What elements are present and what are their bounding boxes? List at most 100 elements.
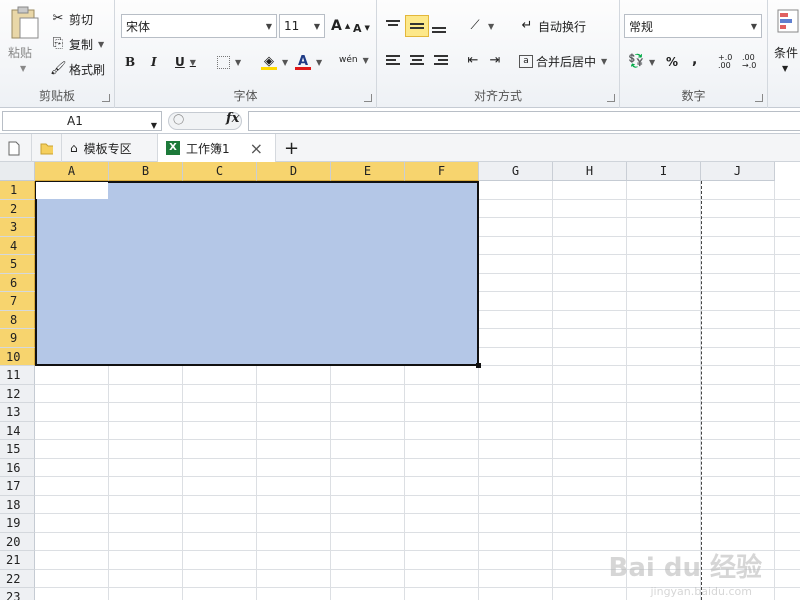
paste-dropdown-icon[interactable]: ▼ — [20, 64, 26, 73]
grow-font-button[interactable]: A ▲ — [331, 15, 350, 37]
align-middle-button[interactable] — [405, 15, 429, 37]
insert-function-button[interactable]: fx — [226, 111, 239, 126]
fill-handle[interactable] — [476, 363, 481, 368]
percent-button[interactable]: % — [666, 51, 678, 73]
row-header-10[interactable]: 10 — [0, 347, 35, 366]
active-cell-a1[interactable] — [36, 182, 108, 199]
row-header-15[interactable]: 15 — [0, 440, 35, 459]
selected-range[interactable] — [35, 181, 479, 366]
align-top-button[interactable] — [385, 15, 401, 37]
column-header-f[interactable]: F — [405, 162, 479, 181]
wrap-text-label: 自动换行 — [538, 19, 587, 34]
paint-bucket-icon: ◈ — [261, 54, 277, 70]
row-header-3[interactable]: 3 — [0, 218, 35, 237]
tab-workbook[interactable]: X 工作簿1 × — [158, 134, 276, 162]
row-header-20[interactable]: 20 — [0, 532, 35, 551]
row-header-17[interactable]: 17 — [0, 477, 35, 496]
font-name-value: 宋体 — [126, 19, 151, 34]
clipboard-launcher-icon[interactable] — [102, 94, 110, 102]
paste-button[interactable]: 粘贴 — [8, 44, 32, 61]
close-icon[interactable]: × — [250, 139, 263, 158]
align-center-icon — [410, 55, 424, 65]
row-header-1[interactable]: 1 — [0, 181, 35, 200]
column-header-b[interactable]: B — [109, 162, 183, 181]
row-header-18[interactable]: 18 — [0, 495, 35, 514]
orientation-button[interactable]: ⟋ ▼ — [467, 15, 494, 37]
merge-center-label: 合并后居中 — [536, 54, 597, 69]
row-header-9[interactable]: 9 — [0, 329, 35, 348]
row-header-14[interactable]: 14 — [0, 421, 35, 440]
row-header-21[interactable]: 21 — [0, 551, 35, 570]
row-header-13[interactable]: 13 — [0, 403, 35, 422]
row-header-16[interactable]: 16 — [0, 458, 35, 477]
align-right-button[interactable] — [433, 50, 449, 72]
align-left-button[interactable] — [385, 50, 401, 72]
row-header-8[interactable]: 8 — [0, 310, 35, 329]
column-header-d[interactable]: D — [257, 162, 331, 181]
column-header-i[interactable]: I — [627, 162, 701, 181]
shrink-font-button[interactable]: A ▼ — [353, 17, 370, 39]
underline-button[interactable]: U ▼ — [175, 51, 196, 73]
italic-button[interactable]: I — [151, 51, 157, 73]
format-painter-button[interactable]: 🖌 格式刷 — [50, 58, 105, 80]
add-tab-button[interactable]: + — [276, 134, 302, 162]
conditional-format-button[interactable]: 条件 — [774, 44, 798, 61]
column-header-e[interactable]: E — [331, 162, 405, 181]
gridline-vertical — [552, 181, 553, 600]
tab-templates[interactable]: ⌂ 模板专区 — [62, 134, 158, 162]
align-bottom-button[interactable] — [431, 15, 447, 37]
border-button[interactable]: ▼ — [217, 51, 241, 73]
font-name-combo[interactable]: 宋体 ▼ — [121, 14, 277, 38]
align-center-button[interactable] — [409, 50, 425, 72]
row-header-12[interactable]: 12 — [0, 384, 35, 403]
row-header-7[interactable]: 7 — [0, 292, 35, 311]
cut-button[interactable]: ✂ 剪切 — [50, 8, 93, 30]
formula-bar: A1 ▼ ◯ fx — [0, 108, 800, 134]
clipboard-group-label: 剪贴板 — [38, 89, 75, 103]
decrease-decimal-button[interactable]: .00 →.0 — [742, 51, 764, 73]
bold-button[interactable]: B — [125, 51, 135, 73]
column-header-h[interactable]: H — [553, 162, 627, 181]
font-color-button[interactable]: A ▼ — [295, 51, 322, 73]
font-size-combo[interactable]: 11 ▼ — [279, 14, 325, 38]
conditional-format-icon[interactable] — [776, 8, 800, 34]
copy-button[interactable]: ⎘ 复制 ▼ — [50, 33, 104, 55]
select-all-corner[interactable] — [0, 162, 35, 181]
row-header-2[interactable]: 2 — [0, 199, 35, 218]
row-header-19[interactable]: 19 — [0, 514, 35, 533]
increase-decimal-button[interactable]: +.0 .00 — [718, 51, 738, 73]
comma-button[interactable]: , — [692, 49, 697, 71]
wrap-text-button[interactable]: ↵ 自动换行 — [519, 15, 586, 37]
merge-center-button[interactable]: a 合并后居中 ▼ — [519, 50, 607, 72]
column-header-j[interactable]: J — [701, 162, 775, 181]
fill-color-button[interactable]: ◈ ▼ — [261, 51, 288, 73]
row-header-22[interactable]: 22 — [0, 569, 35, 588]
name-box[interactable]: A1 ▼ — [2, 111, 162, 131]
spreadsheet-grid[interactable]: ABCDEFGHIJ 1 2 3 4 5 6 7 8 9 10 11 12 13 14 15 16 17 18 19… — [0, 162, 800, 600]
tab-workbook-label: 工作簿1 — [186, 141, 230, 156]
new-file-button[interactable] — [0, 134, 32, 162]
alignment-launcher-icon[interactable] — [607, 94, 615, 102]
increase-indent-button[interactable]: ⇥ — [487, 50, 503, 72]
border-icon — [217, 55, 230, 69]
phonetic-button[interactable]: wén ▼ — [339, 49, 369, 71]
font-launcher-icon[interactable] — [364, 94, 372, 102]
row-header-23[interactable]: 23 — [0, 588, 35, 600]
row-header-4[interactable]: 4 — [0, 236, 35, 255]
excel-file-icon: X — [166, 141, 180, 155]
paste-icon[interactable] — [6, 6, 42, 40]
column-header-g[interactable]: G — [479, 162, 553, 181]
number-format-combo[interactable]: 常规 ▼ — [624, 14, 762, 38]
formula-input[interactable] — [248, 111, 800, 131]
gridline-horizontal — [35, 439, 800, 440]
row-header-11[interactable]: 11 — [0, 366, 35, 385]
row-header-5[interactable]: 5 — [0, 255, 35, 274]
column-header-a[interactable]: A — [35, 162, 109, 181]
decrease-indent-button[interactable]: ⇤ — [465, 50, 481, 72]
number-launcher-icon[interactable] — [755, 94, 763, 102]
column-header-c[interactable]: C — [183, 162, 257, 181]
chevron-down-icon[interactable]: ▼ — [151, 117, 157, 135]
currency-button[interactable]: 💱 ▼ — [628, 51, 655, 73]
open-folder-button[interactable] — [32, 134, 62, 162]
row-header-6[interactable]: 6 — [0, 273, 35, 292]
